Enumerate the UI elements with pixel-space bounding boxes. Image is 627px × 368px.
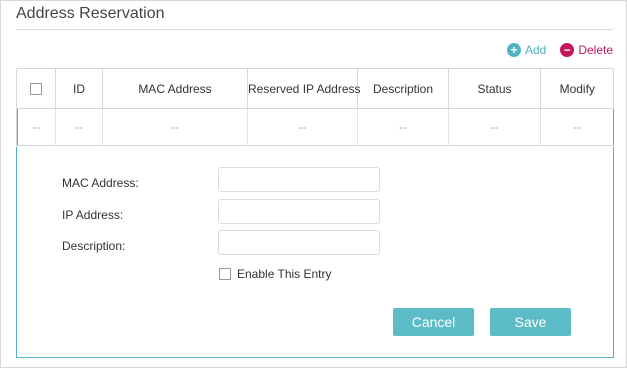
delete-button[interactable]: − Delete [560, 43, 613, 57]
select-all-header [17, 69, 56, 109]
save-button[interactable]: Save [490, 308, 571, 336]
enable-entry-option[interactable]: Enable This Entry [219, 267, 332, 281]
table-cell: -- [55, 108, 103, 146]
toolbar: + Add − Delete [506, 43, 613, 57]
description-field[interactable] [218, 230, 380, 255]
table-cell: -- [102, 108, 248, 146]
section-title: Address Reservation [16, 5, 165, 22]
mac-address-field[interactable] [218, 167, 380, 192]
title-divider [16, 29, 613, 30]
header-reserved-ip: Reserved IP Address [247, 69, 361, 109]
select-all-checkbox[interactable] [30, 83, 43, 96]
reservation-table: ID MAC Address Reserved IP Address Descr… [17, 69, 614, 146]
header-description: Description [357, 69, 449, 109]
cancel-button[interactable]: Cancel [393, 308, 474, 336]
minus-circle-icon: − [560, 43, 575, 57]
enable-entry-label: Enable This Entry [237, 267, 332, 281]
table-row: -- -- -- -- -- -- -- [17, 108, 614, 146]
table-cell: -- [357, 108, 449, 146]
table-cell: -- [448, 108, 541, 146]
header-modify: Modify [540, 69, 614, 109]
ip-address-label: IP Address: [62, 208, 124, 222]
table-cell: -- [17, 108, 56, 146]
reservation-panel: ID MAC Address Reserved IP Address Descr… [16, 68, 614, 358]
add-button[interactable]: + Add [506, 43, 547, 57]
header-status: Status [448, 69, 541, 109]
table-cell: -- [540, 108, 614, 146]
add-label: Add [524, 43, 547, 57]
mac-address-label: MAC Address: [62, 176, 139, 190]
header-id: ID [55, 69, 103, 109]
delete-label: Delete [578, 43, 613, 57]
ip-address-field[interactable] [218, 199, 380, 224]
plus-circle-icon: + [506, 43, 521, 57]
header-mac-address: MAC Address [102, 69, 248, 109]
table-cell: -- [247, 108, 358, 146]
description-label: Description: [62, 239, 126, 253]
enable-entry-checkbox[interactable] [219, 268, 231, 280]
edit-entry-form: MAC Address: IP Address: Description: En… [16, 147, 614, 358]
table-header-row: ID MAC Address Reserved IP Address Descr… [17, 69, 614, 109]
